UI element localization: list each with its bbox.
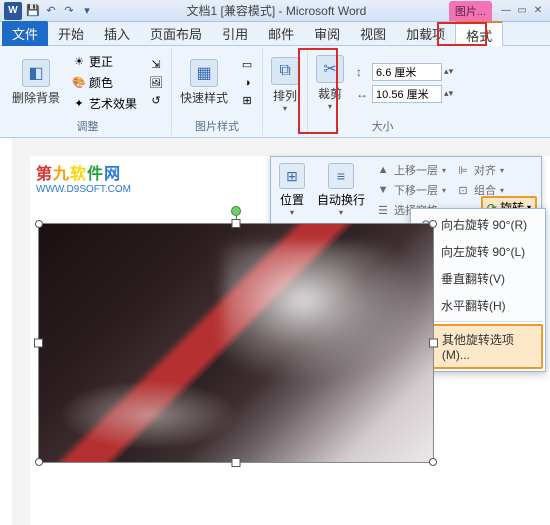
crop-button[interactable]: ✂ 裁剪 ▾ xyxy=(312,53,348,113)
picture-border-button[interactable]: ▭ xyxy=(236,57,258,73)
compress-icon: ⇲ xyxy=(149,58,163,72)
group-adjust: ◧ 删除背景 ☀更正 🎨颜色 ✦艺术效果 ⇲ 🖼 ↺ 调整 xyxy=(4,48,172,135)
website-watermark: 第九软件网 WWW.D9SOFT.COM xyxy=(36,160,131,195)
chevron-down-icon: ▾ xyxy=(290,208,294,217)
picture-layout-button[interactable]: ⊞ xyxy=(236,93,258,109)
width-input-row: ↔ ▴▾ xyxy=(356,85,453,103)
ribbon-tabs: 文件 开始 插入 页面布局 引用 邮件 审阅 视图 加载项 格式 xyxy=(0,22,550,46)
close-icon[interactable]: ✕ xyxy=(530,4,546,18)
change-pic-icon: 🖼 xyxy=(149,76,163,90)
chevron-down-icon: ▾ xyxy=(328,102,332,111)
quick-styles-icon: ▦ xyxy=(190,59,218,87)
selected-image[interactable] xyxy=(38,223,434,463)
tab-insert[interactable]: 插入 xyxy=(94,21,140,46)
resize-handle-b[interactable] xyxy=(232,458,241,467)
wrap-icon: ≡ xyxy=(328,163,354,189)
reset-icon: ↺ xyxy=(149,94,163,108)
height-input-row: ↕ ▴▾ xyxy=(356,63,453,81)
corrections-button[interactable]: ☀更正 xyxy=(68,52,141,71)
artistic-effects-button[interactable]: ✦艺术效果 xyxy=(68,94,141,113)
chevron-down-icon: ▾ xyxy=(339,208,343,217)
tab-file[interactable]: 文件 xyxy=(2,21,48,46)
window-title: 文档1 [兼容模式] - Microsoft Word xyxy=(104,2,449,19)
ruler-horizontal xyxy=(30,138,550,156)
title-bar: W 💾 ↶ ↷ ▾ 文档1 [兼容模式] - Microsoft Word 图片… xyxy=(0,0,550,22)
save-icon[interactable]: 💾 xyxy=(26,4,40,18)
document-area: 第九软件网 WWW.D9SOFT.COM ⊞ 位置 ▾ ≡ 自动换行 ▾ ▲上移… xyxy=(0,138,550,525)
resize-handle-r[interactable] xyxy=(429,339,438,348)
remove-background-button[interactable]: ◧ 删除背景 xyxy=(8,57,64,108)
qat-more-icon[interactable]: ▾ xyxy=(80,4,94,18)
quick-access-toolbar: 💾 ↶ ↷ ▾ xyxy=(26,4,94,18)
width-input[interactable] xyxy=(372,85,442,103)
compress-button[interactable]: ⇲ xyxy=(145,57,167,73)
ruler-vertical xyxy=(12,138,30,525)
resize-handle-l[interactable] xyxy=(34,339,43,348)
minimize-icon[interactable]: — xyxy=(498,4,514,18)
selection-icon: ☰ xyxy=(376,203,390,217)
height-icon: ↕ xyxy=(356,65,370,79)
group-picture-styles: ▦ 快速样式 ▭ ◑ ⊞ 图片样式 xyxy=(172,48,263,135)
change-picture-button[interactable]: 🖼 xyxy=(145,75,167,91)
group-size: ✂ 裁剪 ▾ ↕ ▴▾ ↔ ▴▾ 大小 xyxy=(308,48,457,135)
width-icon: ↔ xyxy=(356,87,370,101)
layout-icon: ⊞ xyxy=(240,94,254,108)
send-backward-button[interactable]: ▼下移一层▾ xyxy=(373,181,449,199)
backward-icon: ▼ xyxy=(376,183,390,197)
resize-handle-bl[interactable] xyxy=(35,458,43,466)
height-input[interactable] xyxy=(372,63,442,81)
redo-icon[interactable]: ↷ xyxy=(62,4,76,18)
position-icon: ⊞ xyxy=(279,163,305,189)
position-button[interactable]: ⊞ 位置 ▾ xyxy=(275,161,309,219)
tab-references[interactable]: 引用 xyxy=(212,21,258,46)
reset-picture-button[interactable]: ↺ xyxy=(145,93,167,109)
color-button[interactable]: 🎨颜色 xyxy=(68,73,141,92)
group-icon: ⊡ xyxy=(456,183,470,197)
arrange-button[interactable]: ⧉ 排列 ▾ xyxy=(267,55,303,115)
contextual-tab-picture-tools: 图片... xyxy=(449,1,492,21)
align-button[interactable]: ⊫对齐▾ xyxy=(453,161,507,179)
border-icon: ▭ xyxy=(240,58,254,72)
arrange-icon: ⧉ xyxy=(271,57,299,85)
resize-handle-tl[interactable] xyxy=(35,220,43,228)
bring-forward-button[interactable]: ▲上移一层▾ xyxy=(373,161,449,179)
undo-icon[interactable]: ↶ xyxy=(44,4,58,18)
resize-handle-tr[interactable] xyxy=(429,220,437,228)
spinner-icon[interactable]: ▴▾ xyxy=(444,66,453,77)
effects-icon: ◑ xyxy=(240,76,254,90)
restore-icon[interactable]: ▭ xyxy=(514,4,530,18)
group-label-adjust: 调整 xyxy=(8,117,167,135)
app-icon: W xyxy=(4,2,22,20)
picture-effects-button[interactable]: ◑ xyxy=(236,75,258,91)
chevron-down-icon: ▾ xyxy=(283,104,287,113)
group-label-picture-styles: 图片样式 xyxy=(176,117,258,135)
tab-home[interactable]: 开始 xyxy=(48,21,94,46)
resize-handle-br[interactable] xyxy=(429,458,437,466)
rotation-handle[interactable] xyxy=(231,206,241,216)
art-icon: ✦ xyxy=(72,97,86,111)
image-content xyxy=(39,224,433,462)
forward-icon: ▲ xyxy=(376,163,390,177)
tab-mailings[interactable]: 邮件 xyxy=(258,21,304,46)
color-icon: 🎨 xyxy=(72,76,86,90)
tab-page-layout[interactable]: 页面布局 xyxy=(140,21,212,46)
quick-styles-button[interactable]: ▦ 快速样式 xyxy=(176,57,232,108)
tab-review[interactable]: 审阅 xyxy=(304,21,350,46)
tab-addins[interactable]: 加载项 xyxy=(396,21,455,46)
group-arrange: ⧉ 排列 ▾ xyxy=(263,48,308,135)
align-icon: ⊫ xyxy=(456,163,470,177)
crop-icon: ✂ xyxy=(316,55,344,83)
ribbon: ◧ 删除背景 ☀更正 🎨颜色 ✦艺术效果 ⇲ 🖼 ↺ 调整 ▦ 快速样式 ▭ xyxy=(0,46,550,138)
remove-bg-icon: ◧ xyxy=(22,59,50,87)
group-label-size: 大小 xyxy=(312,117,453,135)
tab-format[interactable]: 格式 xyxy=(455,21,503,49)
brightness-icon: ☀ xyxy=(72,55,86,69)
wrap-text-button[interactable]: ≡ 自动换行 ▾ xyxy=(313,161,369,219)
spinner-icon[interactable]: ▴▾ xyxy=(444,88,453,99)
resize-handle-t[interactable] xyxy=(232,219,241,228)
tab-view[interactable]: 视图 xyxy=(350,21,396,46)
